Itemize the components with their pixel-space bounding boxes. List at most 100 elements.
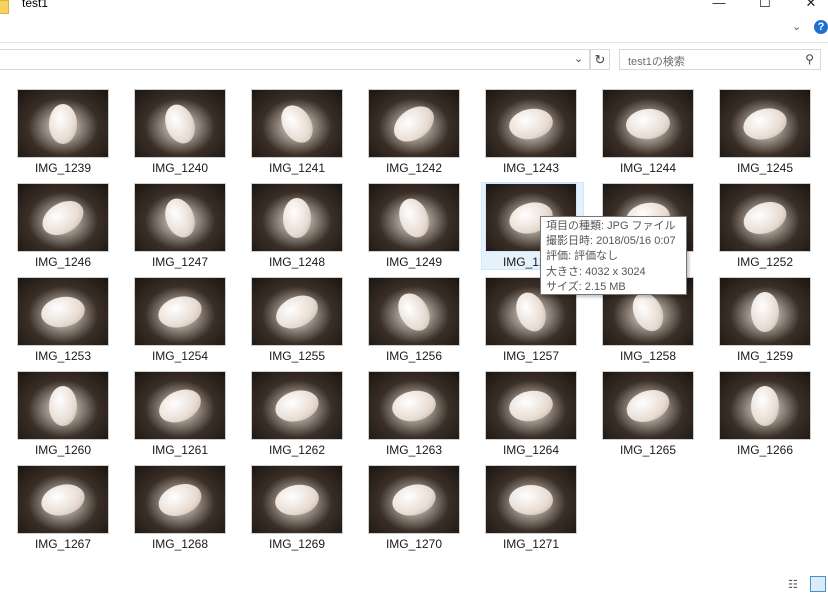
file-name: IMG_1241	[268, 161, 326, 175]
file-item[interactable]: IMG_1240	[127, 90, 237, 180]
file-item[interactable]: IMG_1243	[478, 90, 588, 180]
file-item[interactable]: IMG_1252	[712, 184, 822, 274]
file-name: IMG_1259	[736, 349, 794, 363]
file-name: IMG_1246	[34, 255, 92, 269]
photo-subject-mouse	[283, 197, 311, 238]
file-name: IMG_1262	[268, 443, 326, 457]
file-thumbnail	[135, 372, 225, 439]
file-thumbnail	[135, 90, 225, 157]
file-name: IMG_1243	[502, 161, 560, 175]
photo-subject-mouse	[509, 484, 553, 515]
file-item[interactable]: IMG_1269	[244, 466, 354, 556]
file-item[interactable]: IMG_1268	[127, 466, 237, 556]
file-item[interactable]: IMG_1266	[712, 372, 822, 462]
file-item[interactable]: IMG_1265	[595, 372, 705, 462]
file-name: IMG_1247	[151, 255, 209, 269]
file-thumbnail	[252, 466, 342, 533]
tooltip-type: 項目の種類: JPG ファイル	[546, 220, 676, 232]
photo-subject-mouse	[751, 385, 779, 426]
file-item[interactable]: IMG_1267	[10, 466, 120, 556]
file-item[interactable]: IMG_1270	[361, 466, 471, 556]
photo-subject-mouse	[506, 386, 556, 425]
file-item[interactable]: IMG_1263	[361, 372, 471, 462]
details-view-button[interactable]: ☷	[788, 578, 804, 592]
file-item[interactable]: IMG_1254	[127, 278, 237, 368]
file-item[interactable]: IMG_1249	[361, 184, 471, 274]
file-thumbnail	[18, 184, 108, 251]
photo-subject-mouse	[739, 103, 791, 144]
file-name: IMG_1253	[34, 349, 92, 363]
file-name: IMG_1255	[268, 349, 326, 363]
file-item[interactable]: IMG_1241	[244, 90, 354, 180]
file-thumbnail	[18, 278, 108, 345]
file-item[interactable]: IMG_1247	[127, 184, 237, 274]
file-item[interactable]: IMG_1248	[244, 184, 354, 274]
file-thumbnail	[486, 90, 576, 157]
photo-subject-mouse	[37, 479, 89, 520]
file-item[interactable]: IMG_1253	[10, 278, 120, 368]
file-thumbnail	[369, 90, 459, 157]
file-name: IMG_1252	[736, 255, 794, 269]
file-item[interactable]: IMG_1264	[478, 372, 588, 462]
file-item[interactable]: IMG_1239	[10, 90, 120, 180]
file-item[interactable]: IMG_1262	[244, 372, 354, 462]
photo-subject-mouse	[751, 291, 779, 332]
file-thumbnail	[18, 466, 108, 533]
photo-subject-mouse	[270, 288, 324, 335]
photo-subject-mouse	[274, 99, 320, 148]
photo-subject-mouse	[739, 195, 791, 240]
file-name: IMG_1264	[502, 443, 560, 457]
file-item[interactable]: IMG_1256	[361, 278, 471, 368]
photo-subject-mouse	[622, 383, 674, 428]
tooltip-rating: 評価: 評価なし	[546, 250, 619, 263]
file-item[interactable]: IMG_1261	[127, 372, 237, 462]
file-item[interactable]: IMG_1245	[712, 90, 822, 180]
file-item[interactable]: IMG_1244	[595, 90, 705, 180]
file-name: IMG_1249	[385, 255, 443, 269]
file-item[interactable]: IMG_1259	[712, 278, 822, 368]
photo-subject-mouse	[49, 103, 77, 144]
file-thumbnail	[603, 90, 693, 157]
file-thumbnail	[18, 90, 108, 157]
file-thumbnail	[135, 466, 225, 533]
file-name: IMG_1270	[385, 537, 443, 551]
file-thumbnail	[369, 184, 459, 251]
tooltip-size: サイズ: 2.15 MB	[546, 280, 626, 293]
file-item[interactable]: IMG_1242	[361, 90, 471, 180]
photo-subject-mouse	[154, 477, 206, 522]
file-thumbnail	[720, 278, 810, 345]
file-thumbnail	[252, 278, 342, 345]
file-name: IMG_1256	[385, 349, 443, 363]
file-name: IMG_1240	[151, 161, 209, 175]
large-icons-view-button[interactable]	[810, 576, 826, 592]
file-name: IMG_1248	[268, 255, 326, 269]
file-name: IMG_1268	[151, 537, 209, 551]
photo-subject-mouse	[506, 104, 556, 143]
photo-subject-mouse	[154, 291, 206, 332]
file-name: IMG_1263	[385, 443, 443, 457]
photo-subject-mouse	[153, 382, 207, 429]
file-item[interactable]: IMG_1271	[478, 466, 588, 556]
file-item[interactable]: IMG_1255	[244, 278, 354, 368]
photo-subject-mouse	[394, 193, 434, 242]
photo-subject-mouse	[160, 193, 200, 242]
file-thumbnail	[603, 372, 693, 439]
file-name: IMG_1242	[385, 161, 443, 175]
file-name: IMG_1261	[151, 443, 209, 457]
tooltip-dimensions: 大きさ: 4032 x 3024	[546, 265, 646, 278]
file-thumbnail	[135, 278, 225, 345]
file-name: IMG_1244	[619, 161, 677, 175]
file-thumbnail	[369, 466, 459, 533]
photo-subject-mouse	[388, 479, 440, 520]
file-thumbnail	[135, 184, 225, 251]
file-item[interactable]: IMG_1246	[10, 184, 120, 274]
file-name: IMG_1267	[34, 537, 92, 551]
file-thumbnail	[369, 372, 459, 439]
photo-subject-mouse	[389, 386, 439, 425]
file-thumbnail	[369, 278, 459, 345]
photo-subject-mouse	[387, 98, 441, 149]
photo-subject-mouse	[38, 292, 88, 331]
file-item[interactable]: IMG_1260	[10, 372, 120, 462]
file-thumbnail	[252, 184, 342, 251]
photo-subject-mouse	[391, 287, 437, 336]
